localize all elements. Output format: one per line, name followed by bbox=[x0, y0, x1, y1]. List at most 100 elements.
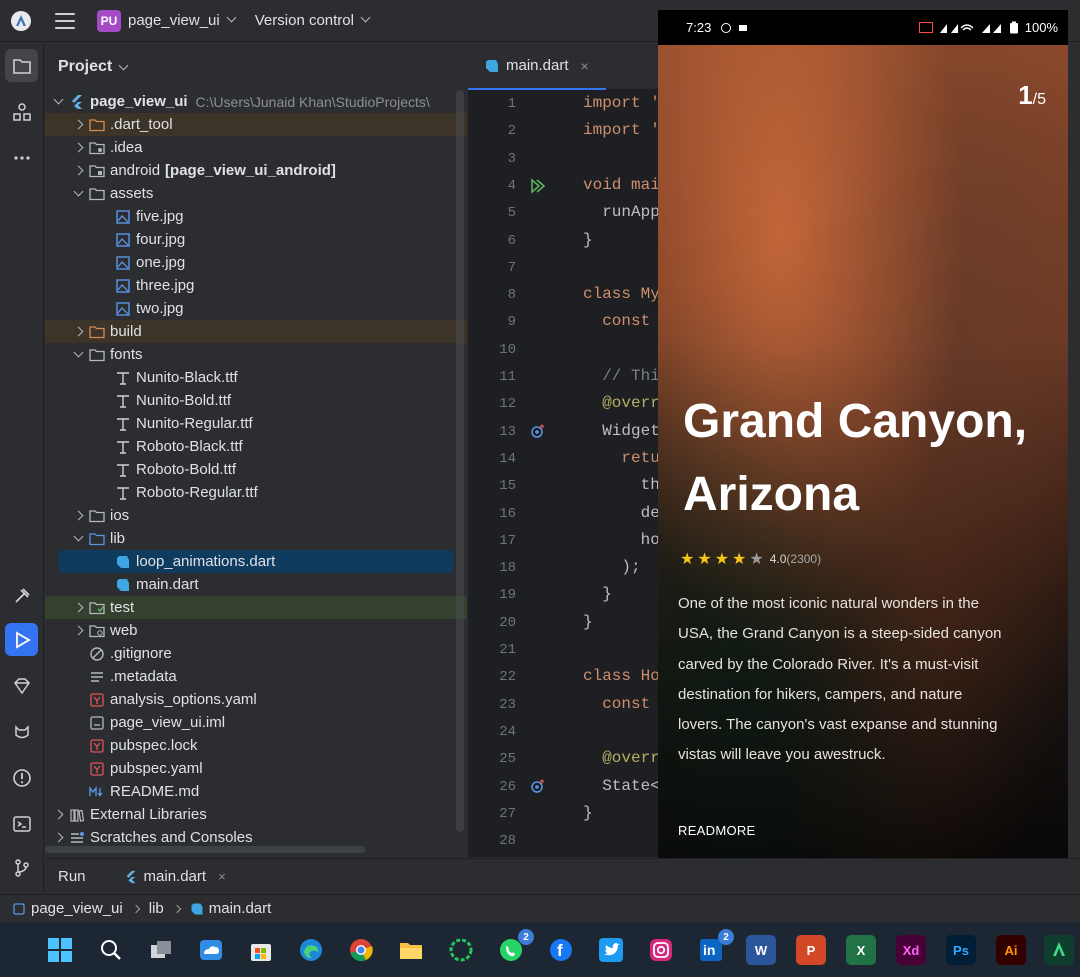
breadcrumb-item[interactable]: main.dart bbox=[209, 900, 272, 917]
code-line[interactable]: import ' bbox=[583, 121, 658, 139]
more-tools-icon[interactable] bbox=[5, 141, 38, 174]
expand-arrow-icon[interactable] bbox=[73, 534, 83, 544]
android-studio-taskbar-icon[interactable] bbox=[1044, 935, 1074, 965]
code-area[interactable]: import ' import ' void mai runApp} class My… bbox=[583, 91, 658, 857]
project-vertical-scrollbar[interactable] bbox=[456, 90, 464, 832]
code-line[interactable]: th bbox=[583, 476, 658, 494]
tree-item-gitignore[interactable]: .gitignore bbox=[45, 642, 467, 665]
run-config-tab[interactable]: main.dart × bbox=[124, 868, 226, 885]
code-line[interactable]: @overr bbox=[583, 394, 658, 412]
expand-arrow-icon[interactable] bbox=[73, 350, 83, 360]
tree-item-ios[interactable]: ios bbox=[45, 504, 467, 527]
project-tool-folder-icon[interactable] bbox=[5, 49, 38, 82]
readmore-button[interactable]: READMORE bbox=[678, 823, 756, 838]
expand-arrow-icon[interactable] bbox=[73, 603, 83, 613]
tree-item-font-file[interactable]: Nunito-Black.ttf bbox=[45, 366, 467, 389]
tree-item-image-file[interactable]: five.jpg bbox=[45, 205, 467, 228]
onedrive-icon[interactable] bbox=[196, 935, 226, 965]
close-tab-icon[interactable]: × bbox=[581, 58, 589, 74]
tree-item-analysis-options[interactable]: analysis_options.yaml bbox=[45, 688, 467, 711]
search-icon[interactable] bbox=[96, 935, 126, 965]
code-line[interactable]: ); bbox=[583, 558, 640, 576]
expand-arrow-icon[interactable] bbox=[53, 833, 63, 843]
project-selector[interactable]: page_view_ui bbox=[128, 12, 237, 29]
code-line[interactable]: de bbox=[583, 504, 658, 522]
tree-item-readme[interactable]: README.md bbox=[45, 780, 467, 803]
code-line[interactable]: const bbox=[583, 312, 650, 330]
adobe-xd-icon[interactable]: Xd bbox=[896, 935, 926, 965]
tree-item-font-file[interactable]: Roboto-Bold.ttf bbox=[45, 458, 467, 481]
close-run-tab-icon[interactable]: × bbox=[218, 869, 226, 884]
code-line[interactable]: class My bbox=[583, 285, 658, 303]
build-hammer-icon[interactable] bbox=[5, 579, 38, 612]
project-panel-header[interactable]: Project bbox=[45, 43, 467, 91]
code-line[interactable]: retu bbox=[583, 449, 658, 467]
tree-item-test[interactable]: test bbox=[45, 596, 467, 619]
tree-item-font-file[interactable]: Nunito-Bold.ttf bbox=[45, 389, 467, 412]
word-icon[interactable]: W bbox=[746, 935, 776, 965]
breadcrumb-item[interactable]: lib bbox=[149, 900, 164, 917]
microsoft-store-icon[interactable] bbox=[246, 935, 276, 965]
terminal-icon[interactable] bbox=[5, 807, 38, 840]
version-control-menu[interactable]: Version control bbox=[255, 12, 371, 29]
problems-warning-icon[interactable] bbox=[5, 761, 38, 794]
project-horizontal-scrollbar[interactable] bbox=[45, 846, 365, 853]
expand-arrow-icon[interactable] bbox=[53, 97, 63, 107]
expand-arrow-icon[interactable] bbox=[73, 166, 83, 176]
breadcrumb-item[interactable]: page_view_ui bbox=[31, 900, 123, 917]
code-line[interactable]: State< bbox=[583, 777, 658, 795]
gem-icon[interactable] bbox=[5, 669, 38, 702]
logcat-icon[interactable] bbox=[5, 715, 38, 748]
tree-item-fonts[interactable]: fonts bbox=[45, 343, 467, 366]
tree-item-metadata[interactable]: .metadata bbox=[45, 665, 467, 688]
tree-item-loop-animations[interactable]: loop_animations.dart bbox=[59, 550, 453, 573]
run-window-title[interactable]: Run bbox=[58, 868, 86, 885]
expand-arrow-icon[interactable] bbox=[73, 143, 83, 153]
tree-item-image-file[interactable]: four.jpg bbox=[45, 228, 467, 251]
android-studio-logo-icon[interactable] bbox=[11, 10, 31, 31]
project-badge[interactable]: PU bbox=[97, 9, 121, 32]
tree-item-image-file[interactable]: one.jpg bbox=[45, 251, 467, 274]
tree-item-pubspec-yaml[interactable]: pubspec.yaml bbox=[45, 757, 467, 780]
windows-start-icon[interactable] bbox=[45, 935, 75, 965]
code-line[interactable]: } bbox=[583, 804, 593, 822]
tree-item-font-file[interactable]: Nunito-Regular.ttf bbox=[45, 412, 467, 435]
code-line[interactable]: } bbox=[583, 585, 612, 603]
git-branch-icon[interactable] bbox=[5, 851, 38, 884]
tree-item-image-file[interactable]: two.jpg bbox=[45, 297, 467, 320]
powerpoint-icon[interactable]: P bbox=[796, 935, 826, 965]
illustrator-icon[interactable]: Ai bbox=[996, 935, 1026, 965]
expand-arrow-icon[interactable] bbox=[73, 189, 83, 199]
tree-item-web[interactable]: web bbox=[45, 619, 467, 642]
edge-browser-icon[interactable] bbox=[296, 935, 326, 965]
expand-arrow-icon[interactable] bbox=[53, 810, 63, 820]
code-line[interactable]: ho bbox=[583, 531, 658, 549]
tree-item-idea[interactable]: .idea bbox=[45, 136, 467, 159]
override-gutter-icon[interactable] bbox=[530, 423, 546, 439]
expand-arrow-icon[interactable] bbox=[73, 511, 83, 521]
tab-main-dart[interactable]: main.dart × bbox=[468, 43, 606, 90]
excel-icon[interactable]: X bbox=[846, 935, 876, 965]
code-line[interactable]: const bbox=[583, 695, 650, 713]
tree-item-font-file[interactable]: Roboto-Black.ttf bbox=[45, 435, 467, 458]
tree-item-iml[interactable]: page_view_ui.iml bbox=[45, 711, 467, 734]
override-gutter-icon[interactable] bbox=[530, 778, 546, 794]
code-line[interactable]: Widget bbox=[583, 422, 658, 440]
expand-arrow-icon[interactable] bbox=[73, 626, 83, 636]
facebook-icon[interactable]: f bbox=[546, 935, 576, 965]
chrome-browser-icon[interactable] bbox=[346, 935, 376, 965]
main-menu-icon[interactable] bbox=[55, 12, 75, 29]
cortana-circle-icon[interactable] bbox=[446, 935, 476, 965]
run-gutter-icon[interactable] bbox=[530, 178, 546, 194]
code-line[interactable]: // Thi bbox=[583, 367, 658, 385]
tree-item-android[interactable]: android [page_view_ui_android] bbox=[45, 159, 467, 182]
whatsapp-icon[interactable]: 2 bbox=[496, 929, 534, 965]
tree-item-pubspec-lock[interactable]: pubspec.lock bbox=[45, 734, 467, 757]
file-explorer-icon[interactable] bbox=[396, 935, 426, 965]
task-view-icon[interactable] bbox=[146, 935, 176, 965]
twitter-icon[interactable] bbox=[596, 935, 626, 965]
tree-item-main-dart[interactable]: main.dart bbox=[45, 573, 467, 596]
code-line[interactable]: runApp bbox=[583, 203, 658, 221]
photoshop-icon[interactable]: Ps bbox=[946, 935, 976, 965]
tree-item-external-libraries[interactable]: External Libraries bbox=[45, 803, 467, 826]
